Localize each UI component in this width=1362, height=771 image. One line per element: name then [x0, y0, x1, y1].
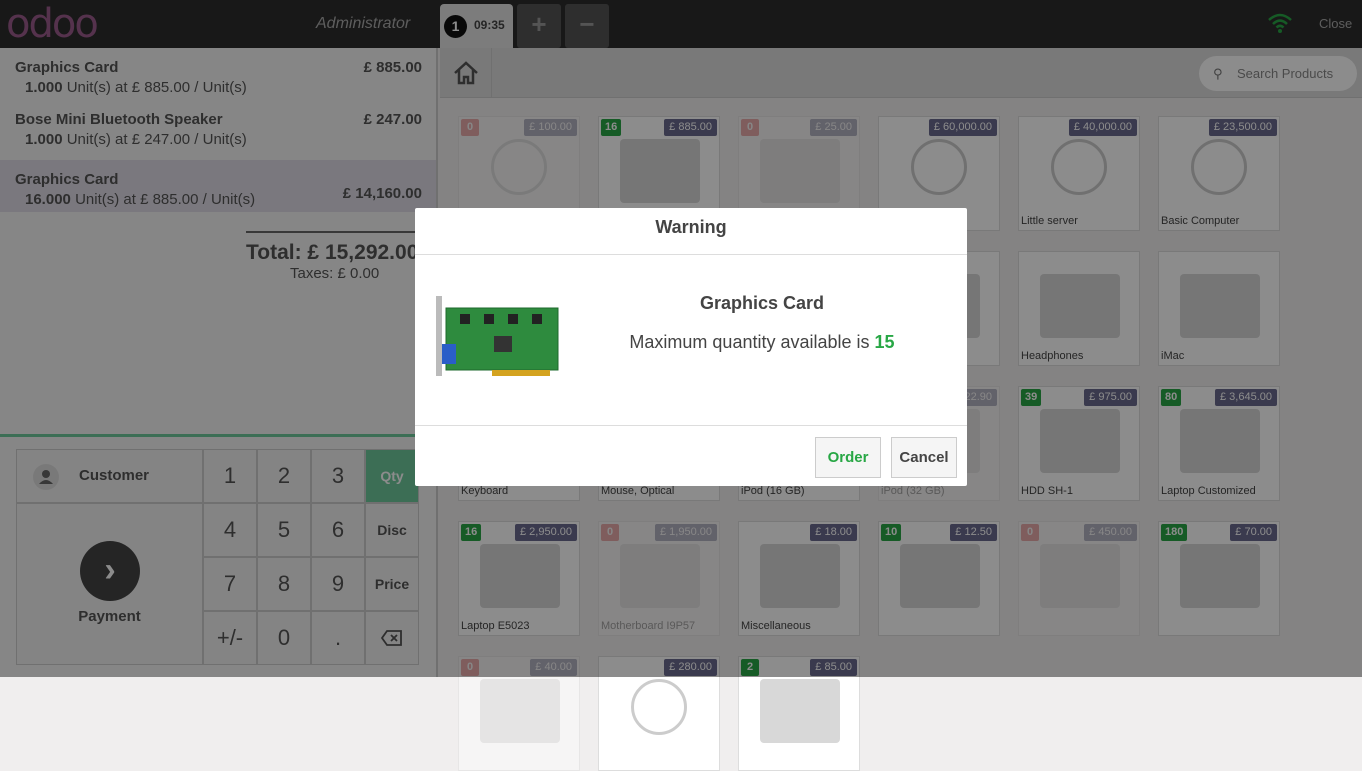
graphics-card-image — [436, 296, 559, 376]
warning-dialog: Warning Graphics Card Maximum quantity a… — [415, 208, 967, 486]
dialog-product-name: Graphics Card — [699, 293, 825, 313]
dialog-footer: Order Cancel — [415, 425, 967, 486]
order-button[interactable]: Order — [815, 437, 881, 478]
product-image — [760, 679, 840, 743]
dialog-max-qty: 15 — [874, 332, 895, 352]
dialog-message-text: Maximum quantity available is — [629, 332, 870, 352]
dialog-message: Maximum quantity available is 15 — [595, 332, 929, 353]
product-image — [480, 679, 560, 743]
cancel-button[interactable]: Cancel — [891, 437, 957, 478]
product-image — [631, 679, 687, 735]
dialog-title: Warning — [415, 208, 967, 255]
